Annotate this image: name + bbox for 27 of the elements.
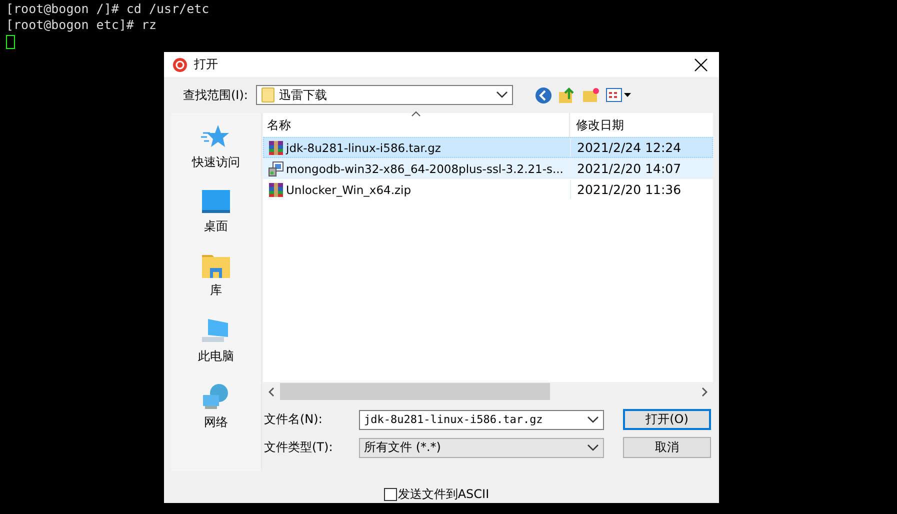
- sidebar-item[interactable]: 快速访问: [188, 121, 244, 173]
- file-row[interactable]: mongodb-win32-x86_64-2008plus-ssl-3.2.21-s... 2021/2/20 14:07: [263, 158, 713, 179]
- column-header[interactable]: 名称: [263, 116, 569, 134]
- look-in-label: 查找范围(I):: [183, 86, 248, 104]
- open-button[interactable]: 打开(O): [623, 409, 711, 430]
- file-row[interactable]: jdk-8u281-linux-i586.tar.gz 2021/2/24 12:24: [263, 137, 713, 158]
- cancel-button[interactable]: 取消: [623, 437, 711, 458]
- checkbox-label: 发送文件到ASCII: [398, 486, 490, 503]
- sidebar-item[interactable]: 库: [197, 251, 235, 301]
- file-name-field[interactable]: jdk-8u281-linux-i586.tar.gz: [359, 410, 604, 430]
- terminal-line: [root@bogon etc]# rz: [6, 17, 158, 33]
- file-name: jdk-8u281-linux-i586.tar.gz: [286, 140, 441, 154]
- sidebar-item[interactable]: 此电脑: [194, 315, 238, 367]
- window-title: 打开: [194, 56, 219, 74]
- file-date: 2021/2/24 12:24: [570, 138, 712, 157]
- terminal-line: [root@bogon /]# cd /usr/etc: [6, 1, 210, 17]
- file-type-label: 文件类型(T):: [264, 439, 334, 456]
- file-name: mongodb-win32-x86_64-2008plus-ssl-3.2.21-s...: [286, 162, 564, 176]
- sidebar-item[interactable]: 桌面: [197, 187, 235, 237]
- look-in-dropdown[interactable]: 迅雷下载: [256, 85, 513, 106]
- file-date: 2021/2/20 11:36: [570, 180, 712, 199]
- sidebar-item[interactable]: 网络: [197, 381, 235, 433]
- file-type-dropdown[interactable]: 所有文件 (*.*): [359, 438, 604, 458]
- file-date: 2021/2/20 14:07: [570, 159, 712, 178]
- file-name: Unlocker_Win_x64.zip: [286, 182, 412, 196]
- file-name-label: 文件名(N):: [264, 411, 324, 428]
- file-row[interactable]: Unlocker_Win_x64.zip 2021/2/20 11:36: [263, 179, 713, 200]
